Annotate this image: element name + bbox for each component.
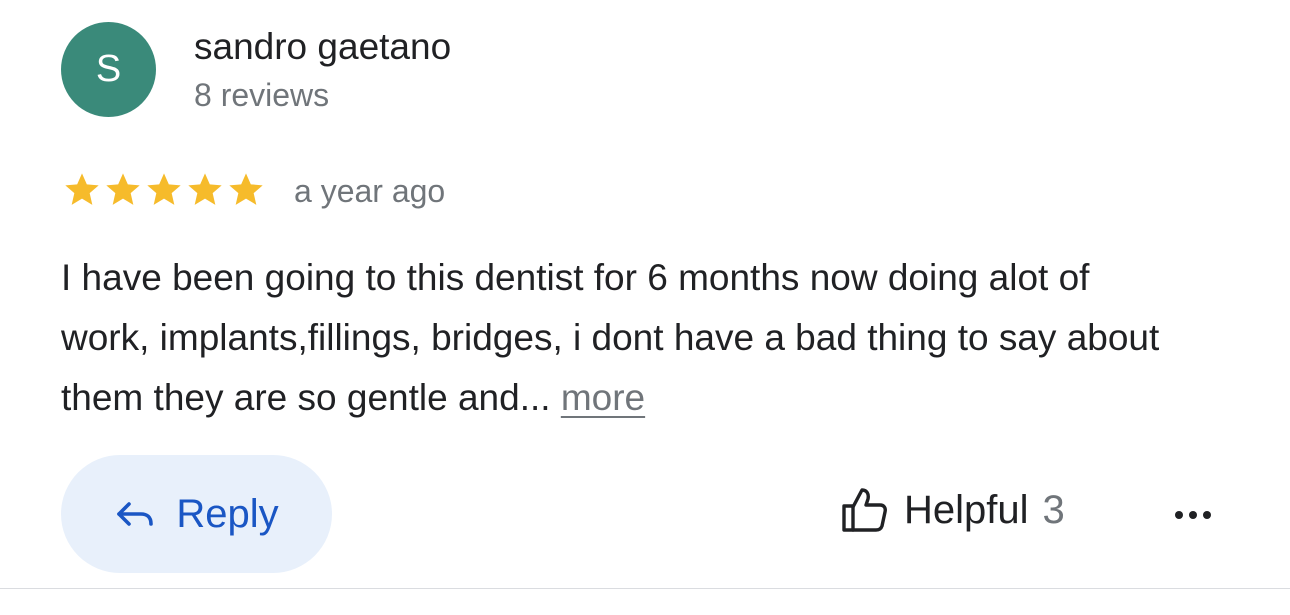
more-link[interactable]: more	[561, 377, 645, 418]
star-rating	[62, 170, 266, 210]
star-icon	[65, 173, 99, 205]
reviewer-review-count: 8 reviews	[194, 77, 330, 113]
avatar-initial: S	[95, 48, 122, 90]
helpful-count: 3	[1042, 487, 1065, 532]
helpful-label: Helpful	[904, 487, 1029, 532]
review-body: I have been going to this dentist for 6 …	[61, 248, 1181, 428]
star-icon	[229, 173, 263, 205]
helpful-button[interactable]: Helpful 3	[840, 486, 1065, 534]
star-icon	[106, 173, 140, 205]
star-icon	[147, 173, 181, 205]
reply-arrow-icon	[117, 502, 154, 526]
reply-button[interactable]: Reply	[61, 455, 332, 573]
divider	[0, 588, 1290, 589]
star-icon	[188, 173, 222, 205]
review-date: a year ago	[294, 173, 446, 209]
more-options-button[interactable]	[1168, 495, 1218, 535]
reviewer-name[interactable]: sandro gaetano	[194, 26, 451, 68]
reply-label: Reply	[176, 491, 279, 536]
thumbs-up-icon	[842, 488, 887, 532]
more-horizontal-icon	[1175, 511, 1211, 519]
reviewer-avatar[interactable]: S	[61, 22, 156, 117]
